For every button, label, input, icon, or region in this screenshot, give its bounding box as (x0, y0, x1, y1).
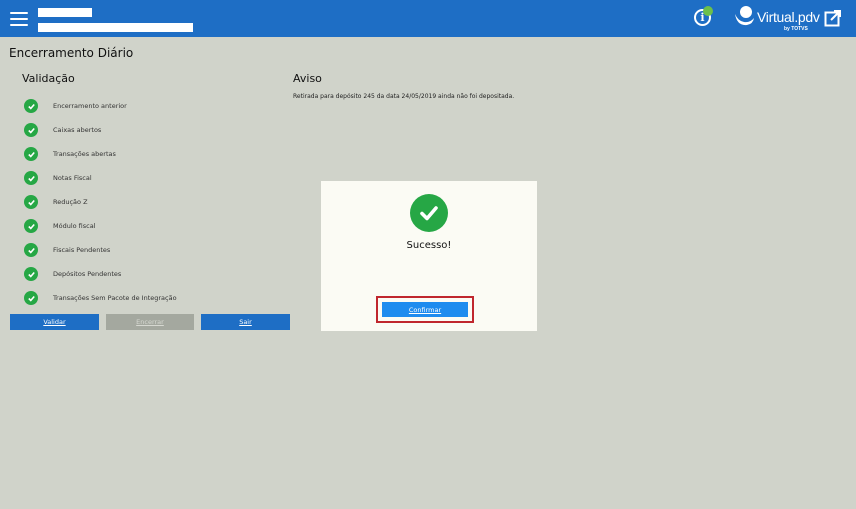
logo-subtext: by TOTVS (784, 26, 808, 32)
validation-item: Fiscais Pendentes (24, 238, 177, 262)
validation-item-label: Módulo fiscal (53, 222, 96, 230)
page-title: Encerramento Diário (9, 46, 134, 60)
check-circle-icon (24, 147, 38, 161)
confirm-highlight: Confirmar (376, 296, 474, 323)
validation-item-label: Transações Sem Pacote de Integração (53, 294, 177, 302)
validation-item-label: Transações abertas (53, 150, 116, 158)
check-circle-icon (24, 219, 38, 233)
exit-window-icon[interactable] (824, 9, 842, 27)
validation-item-label: Depósitos Pendentes (53, 270, 122, 278)
success-dialog: Sucesso! Confirmar (321, 181, 537, 331)
validation-item-label: Encerramento anterior (53, 102, 127, 110)
sair-button[interactable]: Sair (201, 314, 290, 330)
validation-item: Módulo fiscal (24, 214, 177, 238)
check-circle-icon (24, 171, 38, 185)
validar-button[interactable]: Validar (10, 314, 99, 330)
check-circle-icon (24, 123, 38, 137)
validation-item: Transações abertas (24, 142, 177, 166)
validacao-heading: Validação (22, 72, 75, 85)
top-bar: i Virtual.pdv by TOTVS (0, 0, 856, 37)
aviso-message: Retirada para depósito 245 da data 24/05… (293, 93, 515, 100)
check-circle-icon (24, 195, 38, 209)
confirmar-button[interactable]: Confirmar (382, 302, 468, 317)
validation-item-label: Notas Fiscal (53, 174, 92, 182)
aviso-heading: Aviso (293, 72, 322, 85)
validation-item: Transações Sem Pacote de Integração (24, 286, 177, 310)
validation-item-label: Fiscais Pendentes (53, 246, 111, 254)
validation-item: Redução Z (24, 190, 177, 214)
validation-item: Caixas abertos (24, 118, 177, 142)
success-check-icon (410, 194, 448, 232)
logo-text: Virtual.pdv (757, 9, 820, 25)
validation-item: Encerramento anterior (24, 94, 177, 118)
virtualpdv-logo-icon (735, 6, 754, 26)
hamburger-icon[interactable] (10, 12, 28, 26)
redacted-field (38, 23, 193, 32)
check-circle-icon (24, 99, 38, 113)
validation-item: Notas Fiscal (24, 166, 177, 190)
check-circle-icon (24, 291, 38, 305)
redacted-field (38, 8, 92, 17)
validation-item: Depósitos Pendentes (24, 262, 177, 286)
success-message: Sucesso! (406, 240, 452, 251)
validation-item-label: Caixas abertos (53, 126, 102, 134)
validation-item-label: Redução Z (53, 198, 88, 206)
check-circle-icon (24, 243, 38, 257)
validation-list: Encerramento anterior Caixas abertos Tra… (24, 94, 177, 310)
status-dot-icon (703, 6, 713, 16)
check-circle-icon (24, 267, 38, 281)
encerrar-button[interactable]: Encerrar (106, 314, 194, 330)
